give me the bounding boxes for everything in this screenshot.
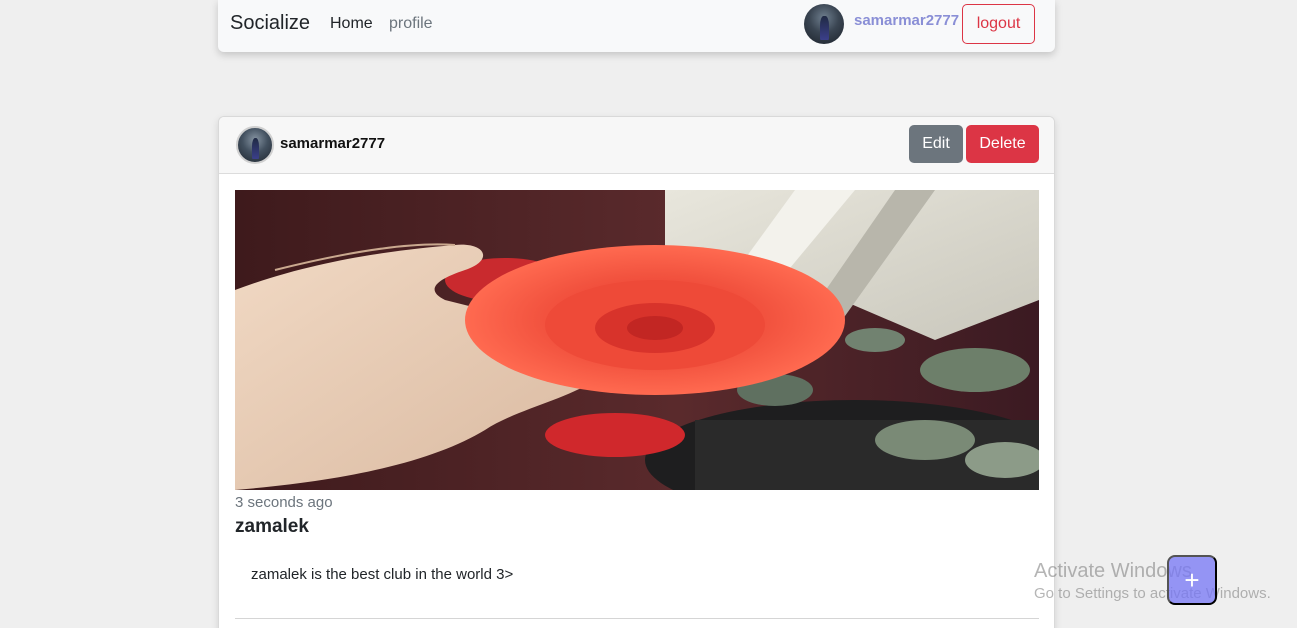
avatar-figure [820,16,829,40]
edit-button[interactable]: Edit [909,125,963,163]
post-header: samarmar2777 Edit Delete [219,117,1054,174]
post-author-name[interactable]: samarmar2777 [280,135,385,152]
divider [235,618,1039,619]
nav-username[interactable]: samarmar2777 [854,12,959,29]
nav-link-profile[interactable]: profile [389,15,433,33]
nav-link-home[interactable]: Home [330,15,373,33]
post-timestamp: 3 seconds ago [235,494,333,511]
avatar[interactable] [804,4,844,44]
post-body: zamalek is the best club in the world 3> [251,566,514,583]
add-post-button[interactable]: + [1167,555,1217,605]
post-image [235,190,1039,490]
delete-button[interactable]: Delete [966,125,1039,163]
post-author-avatar[interactable] [236,126,274,164]
post-title: zamalek [235,516,309,537]
plus-icon: + [1184,564,1200,595]
top-navbar: Socialize Home profile samarmar2777 logo… [218,0,1055,52]
post-card: samarmar2777 Edit Delete 3 seconds ago z… [218,116,1055,628]
brand-logo[interactable]: Socialize [230,12,310,35]
avatar-figure [251,138,260,159]
activate-windows-subtitle: Go to Settings to activate Windows. [1034,585,1271,602]
logout-button[interactable]: logout [962,4,1035,44]
